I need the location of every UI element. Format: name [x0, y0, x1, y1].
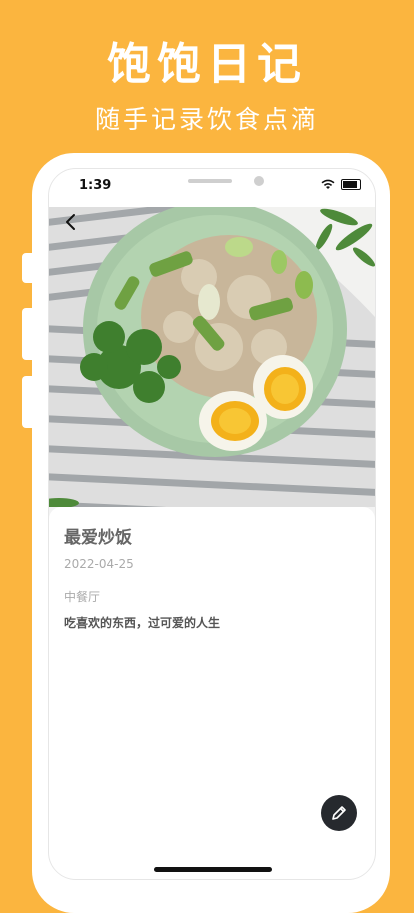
- home-indicator[interactable]: [154, 867, 272, 872]
- entry-note: 吃喜欢的东西，过可爱的人生: [64, 616, 221, 630]
- wifi-icon: [321, 179, 335, 189]
- chevron-left-icon: [66, 214, 75, 230]
- front-camera: [254, 176, 264, 186]
- edit-button[interactable]: [321, 795, 357, 831]
- back-button[interactable]: [59, 211, 81, 233]
- speaker-grille: [188, 179, 232, 183]
- entry-date: 2022-04-25: [64, 557, 134, 571]
- device-notch: [122, 169, 302, 201]
- entry-detail-card: 最爱炒饭 2022-04-25 中餐厅 吃喜欢的东西，过可爱的人生: [49, 507, 375, 879]
- promo-subtitle: 随手记录饮食点滴: [94, 105, 319, 134]
- status-bar: 1:39: [49, 169, 375, 207]
- battery-icon: [341, 179, 361, 190]
- entry-category: 中餐厅: [64, 590, 101, 604]
- entry-title: 最爱炒饭: [64, 528, 132, 548]
- status-icons: [321, 179, 361, 190]
- status-time: 1:39: [79, 178, 112, 193]
- food-photo: [49, 207, 375, 507]
- promo-title: 饱饱日记: [107, 39, 307, 90]
- app-screen: 1:39 最爱炒饭 2022-04-25 中餐厅 吃喜欢的东西，过可爱的人生: [48, 168, 376, 880]
- pencil-icon: [332, 806, 346, 820]
